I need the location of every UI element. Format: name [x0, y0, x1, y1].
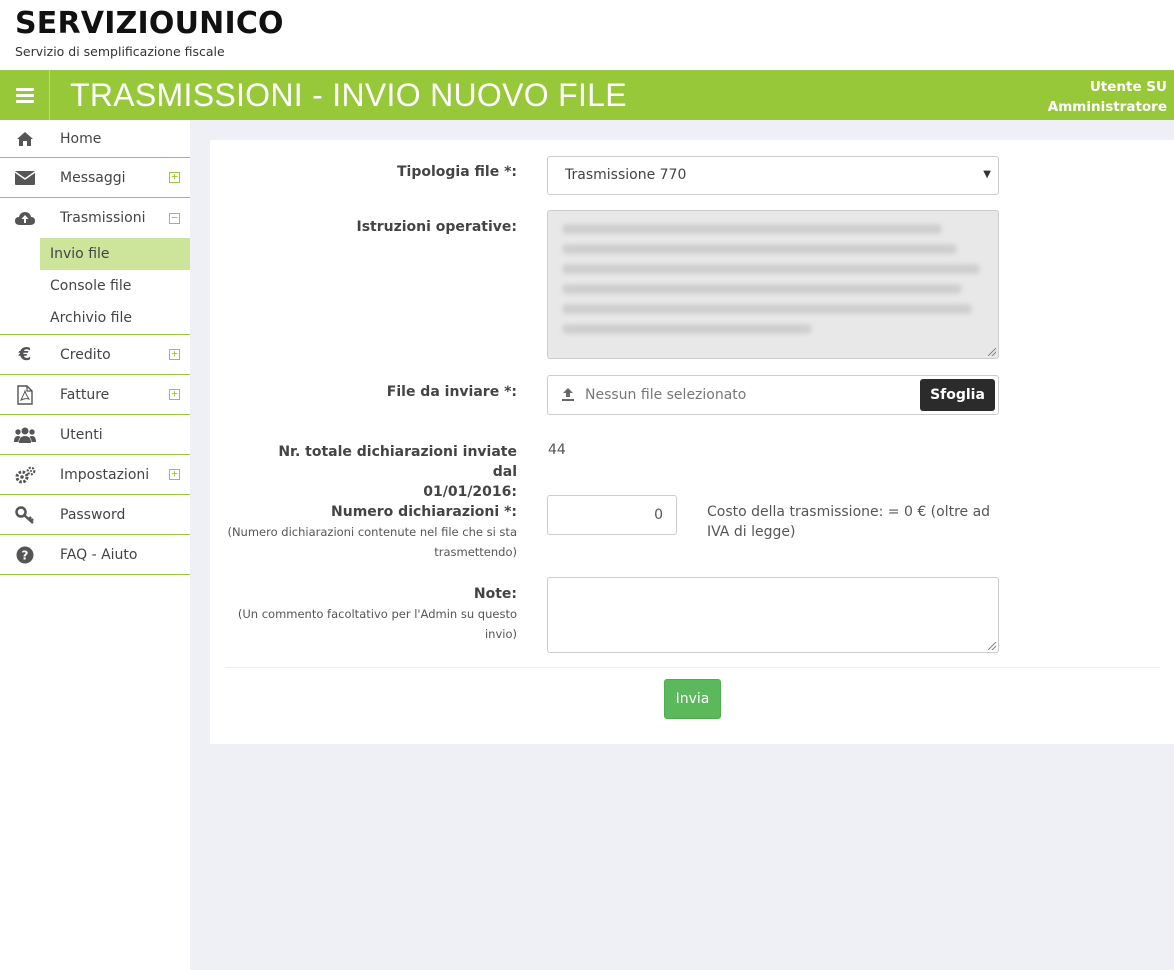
home-icon: [14, 129, 36, 149]
top-bar: TRASMISSIONI - INVIO NUOVO FILE Utente S…: [0, 70, 1174, 120]
sidebar-item-credito[interactable]: € Credito +: [0, 335, 190, 375]
user-menu[interactable]: Utente SU Amministratore: [1048, 77, 1167, 117]
istruzioni-label: Istruzioni operative:: [356, 219, 517, 235]
file-placeholder: Nessun file selezionato: [585, 387, 747, 403]
numero-input[interactable]: 0: [547, 495, 677, 535]
divider: [225, 667, 1160, 668]
sidebar-item-fatture[interactable]: Fatture +: [0, 375, 190, 415]
submit-button[interactable]: Invia: [664, 679, 721, 719]
question-circle-icon: ?: [14, 545, 36, 565]
sidebar-item-label: Password: [60, 506, 126, 523]
collapse-icon[interactable]: −: [169, 212, 180, 224]
svg-text:?: ?: [22, 548, 29, 562]
sidebar-subitem-archivio-file[interactable]: Archivio file: [0, 302, 190, 334]
sidebar-item-utenti[interactable]: Utenti: [0, 415, 190, 455]
sidebar-item-label: Credito: [60, 346, 111, 363]
note-hint: (Un commento facoltativo per l'Admin su …: [237, 607, 517, 641]
sidebar-item-label: Impostazioni: [60, 466, 150, 483]
resize-handle[interactable]: [988, 642, 996, 650]
tipologia-select[interactable]: Trasmissione 770 ▼: [547, 156, 999, 195]
sidebar-item-home[interactable]: Home: [0, 120, 190, 158]
brand-header: SERVIZIOUNICO Servizio di semplificazion…: [0, 0, 1174, 70]
cloud-upload-icon: [14, 208, 36, 228]
sidebar-item-faq[interactable]: ? FAQ - Aiuto: [0, 535, 190, 575]
tipologia-value: Trasmissione 770: [565, 167, 687, 183]
trasmissioni-submenu: Invio file Console file Archivio file: [0, 238, 190, 335]
sidebar-item-impostazioni[interactable]: Impostazioni +: [0, 455, 190, 495]
page-title: TRASMISSIONI - INVIO NUOVO FILE: [70, 77, 627, 113]
note-textarea[interactable]: [547, 577, 999, 653]
sidebar: Home Messaggi + Trasmissioni − Invio fil…: [0, 120, 190, 970]
sidebar-item-label: Messaggi: [60, 169, 126, 186]
sidebar-subitem-console-file[interactable]: Console file: [0, 270, 190, 302]
totale-label: Nr. totale dichiarazioni inviate dal 01/…: [278, 444, 517, 500]
totale-value: 44: [548, 442, 566, 458]
user-role: Amministratore: [1047, 99, 1167, 115]
euro-icon: €: [18, 344, 32, 365]
key-icon: [14, 505, 36, 525]
expand-icon[interactable]: +: [169, 171, 180, 183]
menu-toggle-button[interactable]: [0, 70, 50, 120]
sidebar-item-trasmissioni[interactable]: Trasmissioni −: [0, 198, 190, 238]
envelope-icon: [14, 168, 36, 188]
expand-icon[interactable]: +: [169, 388, 180, 400]
sidebar-item-label: FAQ - Aiuto: [60, 546, 138, 563]
caret-down-icon: ▼: [983, 169, 991, 180]
sidebar-item-label: Home: [60, 130, 102, 147]
file-input[interactable]: Nessun file selezionato Sfoglia: [547, 375, 999, 415]
sidebar-item-messaggi[interactable]: Messaggi +: [0, 158, 190, 198]
browse-button[interactable]: Sfoglia: [920, 379, 995, 411]
istruzioni-textarea[interactable]: [547, 210, 999, 359]
sidebar-item-password[interactable]: Password: [0, 495, 190, 535]
sidebar-item-label: Utenti: [60, 426, 103, 443]
brand-title: SERVIZIOUNICO: [15, 6, 284, 41]
sidebar-subitem-invio-file[interactable]: Invio file: [40, 238, 190, 270]
note-label: Note:: [473, 586, 517, 602]
upload-icon: [562, 388, 574, 401]
file-label: File da inviare *:: [386, 384, 517, 400]
pdf-file-icon: [14, 384, 36, 405]
tipologia-label: Tipologia file *:: [396, 164, 517, 180]
sidebar-item-label: Fatture: [60, 386, 110, 403]
users-icon: [14, 425, 36, 445]
sidebar-item-label: Trasmissioni: [60, 210, 146, 226]
costo-text: Costo della trasmissione: = 0 € (oltre a…: [707, 504, 991, 540]
numero-hint: (Numero dichiarazioni contenute nel file…: [227, 525, 517, 559]
numero-label: Numero dichiarazioni *:: [331, 504, 517, 520]
gears-icon: [14, 465, 36, 485]
expand-icon[interactable]: +: [169, 468, 180, 480]
brand-subtitle: Servizio di semplificazione fiscale: [15, 44, 225, 59]
expand-icon[interactable]: +: [169, 348, 180, 360]
hamburger-icon: [15, 87, 34, 91]
user-name: Utente SU: [1089, 79, 1167, 95]
resize-handle[interactable]: [988, 348, 996, 356]
